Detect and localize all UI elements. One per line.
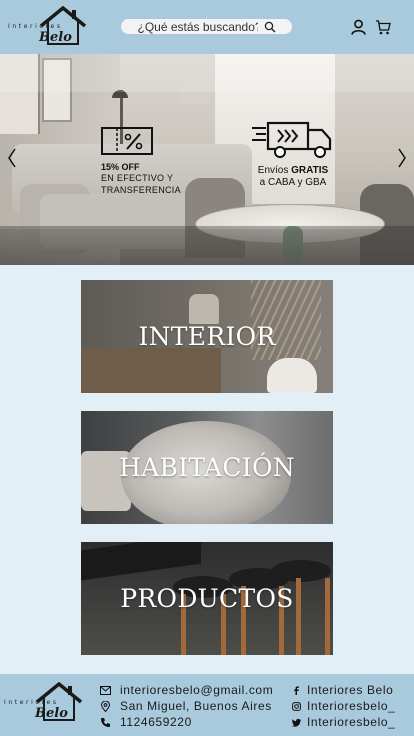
promo-shipping-line2: a CABA y GBA (259, 177, 327, 188)
promo-shipping: Envíos GRATIS a CABA y GBA (238, 120, 348, 189)
carousel-next-button[interactable] (396, 146, 408, 170)
carousel-prev-button[interactable] (6, 146, 18, 170)
footer-email[interactable]: interioresbelo@gmail.com (120, 683, 273, 697)
search-bar[interactable] (121, 19, 292, 34)
category-card-interior[interactable]: INTERIOR (81, 280, 333, 393)
footer-facebook[interactable]: Interiores Belo (307, 683, 393, 697)
envelope-icon (100, 685, 111, 695)
footer-phone-row[interactable]: 1124659220 (100, 714, 273, 730)
header: Interiores Belo (0, 0, 414, 54)
footer-instagram[interactable]: Interioresbelo_ (307, 699, 395, 713)
category-card-habitacion[interactable]: HABITACIÓN (81, 411, 333, 524)
footer-instagram-row[interactable]: Interioresbelo_ (292, 698, 395, 714)
promo-discount-title: 15% OFF (101, 162, 140, 172)
brand-script-text: Belo (39, 30, 72, 45)
brand-script-text: Belo (35, 706, 68, 721)
chevron-left-icon (8, 148, 16, 168)
search-input[interactable] (137, 19, 262, 34)
chevron-right-icon (398, 148, 406, 168)
brand-small-text: Interiores (8, 23, 63, 30)
cart-icon[interactable] (375, 19, 391, 35)
search-icon[interactable] (264, 21, 276, 33)
promo-discount-line: TRANSFERENCIA (101, 185, 181, 195)
category-card-productos[interactable]: PRODUCTOS (81, 542, 333, 655)
footer-phone[interactable]: 1124659220 (120, 715, 192, 729)
instagram-icon (292, 701, 301, 711)
promo-discount: 15% OFF EN EFECTIVO Y TRANSFERENCIA (101, 124, 211, 196)
hero-overlay-band (0, 226, 414, 265)
promo-shipping-bold: GRATIS (291, 165, 329, 176)
footer-facebook-row[interactable]: Interiores Belo (292, 682, 395, 698)
footer-twitter-row[interactable]: Interioresbelo_ (292, 714, 395, 730)
footer-social: Interiores Belo Interioresbelo_ Interior… (292, 682, 395, 730)
location-pin-icon (100, 700, 111, 712)
footer-contact: interioresbelo@gmail.com San Miguel, Bue… (100, 682, 273, 730)
twitter-icon (292, 718, 301, 727)
brand-logo[interactable]: Interiores Belo (8, 4, 87, 48)
category-label: INTERIOR (138, 322, 276, 351)
promo-shipping-line: Envíos GRATIS (238, 165, 348, 177)
user-icon[interactable] (351, 19, 366, 35)
phone-icon (101, 717, 110, 727)
footer: Interiores Belo interioresbelo@gmail.com… (0, 674, 414, 736)
promo-discount-line: EN EFECTIVO Y (101, 173, 174, 183)
category-label: PRODUCTOS (120, 584, 294, 613)
footer-address: San Miguel, Buenos Aires (120, 699, 272, 713)
facebook-icon (294, 685, 299, 695)
hero-overlay-band (0, 54, 414, 92)
brand-small-text: Interiores (4, 699, 59, 706)
footer-email-row[interactable]: interioresbelo@gmail.com (100, 682, 273, 698)
hero-banner: 15% OFF EN EFECTIVO Y TRANSFERENCIA Enví… (0, 54, 414, 265)
discount-coupon-icon (101, 127, 153, 155)
footer-brand-logo[interactable]: Interiores Belo (4, 680, 83, 724)
delivery-truck-icon (252, 121, 332, 158)
footer-address-row: San Miguel, Buenos Aires (100, 698, 273, 714)
footer-twitter[interactable]: Interioresbelo_ (307, 715, 395, 729)
promo-shipping-prefix: Envíos (257, 165, 292, 176)
category-label: HABITACIÓN (119, 453, 295, 482)
